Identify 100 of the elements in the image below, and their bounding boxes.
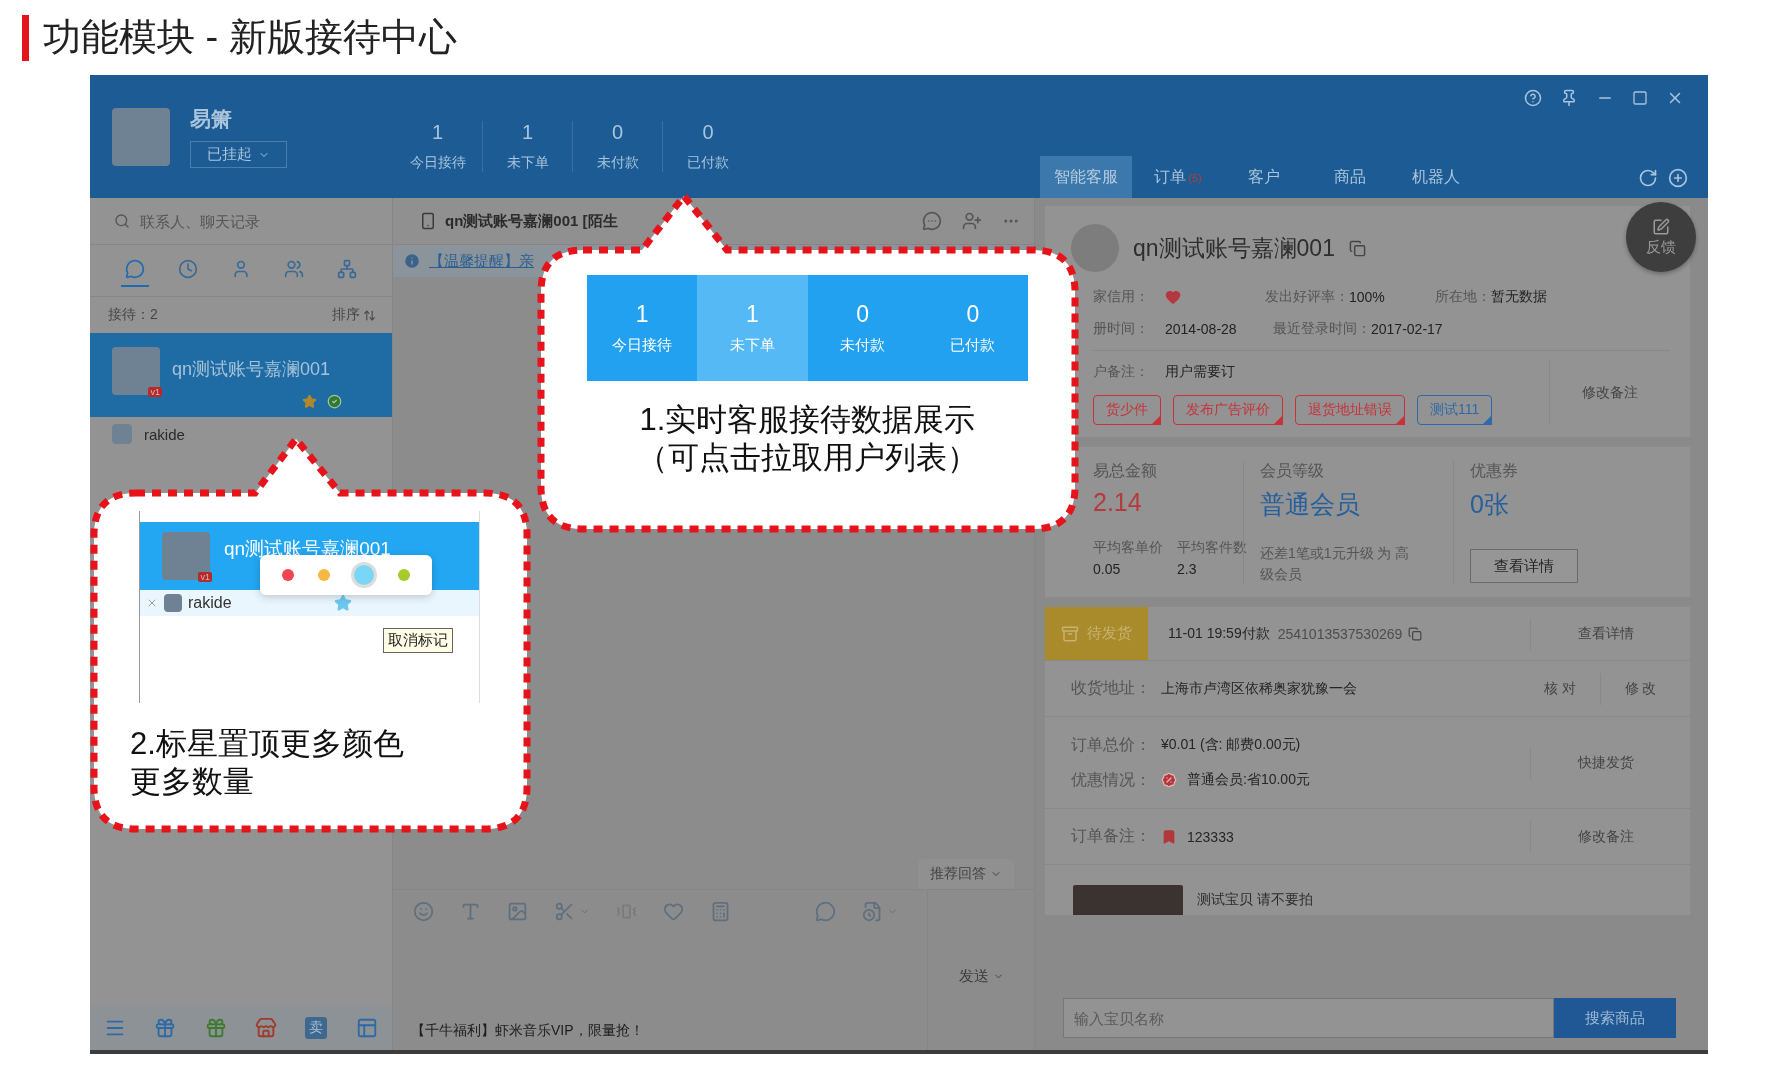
stat-cell[interactable]: 1 今日接待 <box>587 275 698 381</box>
total-amount: 2.14 <box>1093 488 1143 517</box>
order-total: ¥0.01 (含: 邮费0.00元) <box>1161 736 1301 754</box>
field-value: 暂无数据 <box>1491 288 1547 306</box>
field-value: 100% <box>1349 289 1386 305</box>
customer-tag[interactable]: 退货地址错误 <box>1295 395 1405 425</box>
gift-icon[interactable] <box>154 1016 177 1039</box>
status-dropdown[interactable]: 已挂起 <box>190 141 287 168</box>
search-icon <box>114 213 130 229</box>
details-button[interactable]: 查看详情 <box>1530 617 1680 650</box>
gift-icon[interactable] <box>204 1016 227 1039</box>
add-icon[interactable] <box>1668 168 1688 188</box>
order-number: 2541013537530269 <box>1277 625 1403 642</box>
text-icon[interactable] <box>460 901 481 922</box>
copy-icon[interactable] <box>1348 239 1366 257</box>
user-name: 易箫 <box>190 106 233 132</box>
maximize-icon[interactable] <box>1632 90 1648 106</box>
copy-icon[interactable] <box>1408 626 1423 641</box>
search-field[interactable]: 联系人、聊天记录 <box>138 211 358 231</box>
contact-item[interactable]: rakide <box>90 417 392 451</box>
stat-value[interactable]: 1 <box>521 121 534 144</box>
address-text: 上海市卢湾区依稀奥家犹豫一会 <box>1161 679 1357 698</box>
info-icon <box>403 252 421 270</box>
stat-cell[interactable]: 0 未付款 <box>807 275 918 381</box>
color-dot[interactable] <box>318 569 330 581</box>
panel-tab[interactable]: 商品 <box>1310 156 1390 198</box>
search-products-button[interactable]: 搜索商品 <box>1554 998 1676 1038</box>
field-label: 最近登录时间： <box>1273 320 1371 338</box>
customer-tag[interactable]: 测试111 <box>1417 395 1493 425</box>
contact-icon <box>419 212 437 230</box>
pin-icon[interactable] <box>1560 89 1578 107</box>
promo-text: 【千牛福利】虾米音乐VIP，限量抢！ <box>411 1022 644 1040</box>
notice-link[interactable]: 【温馨提醒】亲 <box>429 251 534 271</box>
quick-ship-button[interactable]: 快捷发货 <box>1530 746 1680 779</box>
scissors-icon[interactable] <box>554 901 590 922</box>
panel-tab[interactable]: 客户 <box>1224 156 1304 198</box>
edit-remark-button[interactable]: 修改备注 <box>1530 820 1680 853</box>
title-accent-bar <box>22 14 29 61</box>
bookmark-icon <box>1161 828 1177 845</box>
color-dot[interactable] <box>354 565 374 585</box>
caption-text: 2.标星置顶更多颜色 <box>130 725 404 763</box>
document-clock-icon[interactable] <box>862 901 898 922</box>
contact-item[interactable]: v1 qn测试账号嘉澜001 <box>90 333 392 417</box>
stat-value[interactable]: 1 <box>431 121 444 144</box>
field-label: 订单总价： <box>1071 734 1151 755</box>
help-icon[interactable] <box>1524 89 1542 107</box>
chat-icon[interactable] <box>922 211 942 231</box>
discount-text: 普通会员:省10.00元 <box>1187 771 1310 789</box>
field-label: 订单备注： <box>1071 826 1151 846</box>
reply-icon[interactable] <box>815 901 836 922</box>
customer-tag[interactable]: 货少件 <box>1093 395 1161 425</box>
heart-icon[interactable] <box>663 901 684 922</box>
reception-count: 接待：2 <box>108 306 158 324</box>
stat-label: 易总金额 <box>1093 461 1158 481</box>
product-name: 测试宝贝 请不要拍 <box>1197 891 1313 909</box>
box-icon <box>1061 624 1079 643</box>
image-icon[interactable] <box>507 901 528 922</box>
stat-label: 优惠券 <box>1470 461 1519 481</box>
panel-tab[interactable]: 机器人 <box>1396 156 1476 198</box>
contact-name: rakide <box>188 594 233 612</box>
stat-label[interactable]: 已付款 <box>687 154 729 172</box>
panel-tab[interactable]: 智能客服 <box>1040 156 1132 198</box>
upgrade-hint: 还差1笔或1元升级 为 高级会员 <box>1260 544 1411 584</box>
feedback-button[interactable]: 反馈 <box>1626 202 1696 272</box>
suggest-tab[interactable]: 推荐回答 <box>918 859 1014 889</box>
sort-button[interactable]: 排序 <box>332 306 376 324</box>
member-level: 普通会员 <box>1260 489 1361 520</box>
stat-cell[interactable]: 0 已付款 <box>917 275 1028 381</box>
color-dot[interactable] <box>282 569 294 581</box>
stat-cell[interactable]: 1 未下单 <box>697 275 808 381</box>
stat-label[interactable]: 未付款 <box>596 154 639 172</box>
star-icon[interactable] <box>334 594 352 612</box>
field-label: 收货地址： <box>1071 678 1151 698</box>
field-value: 用户需要订 <box>1165 363 1235 381</box>
field-label: 户备注： <box>1093 363 1150 381</box>
verify-button[interactable]: 核 对 <box>1520 672 1600 705</box>
color-dot[interactable] <box>398 569 410 581</box>
order-status: 待发货 <box>1045 607 1148 660</box>
add-user-icon[interactable] <box>962 211 982 231</box>
details-button[interactable]: 查看详情 <box>1470 549 1578 583</box>
edit-note-button[interactable]: 修改备注 <box>1550 361 1670 425</box>
send-button[interactable]: 发送 <box>952 963 1010 989</box>
customer-tag[interactable]: 发布广告评价 <box>1173 395 1283 425</box>
stat-value[interactable]: 0 <box>702 121 714 144</box>
modify-button[interactable]: 修 改 <box>1600 672 1680 705</box>
stat-label[interactable]: 未下单 <box>506 154 549 172</box>
caption-text: 更多数量 <box>130 763 254 801</box>
refresh-icon[interactable] <box>1638 168 1658 188</box>
calculator-icon[interactable] <box>710 901 731 922</box>
close-icon[interactable] <box>146 597 158 609</box>
slide-title: 功能模块 - 新版接待中心 <box>43 15 457 60</box>
emoji-icon[interactable] <box>413 901 434 922</box>
panel-tab[interactable]: 订单(5) <box>1138 156 1218 198</box>
remark-text: 123333 <box>1187 828 1234 845</box>
stat-label[interactable]: 今日接待 <box>409 154 466 172</box>
field-label: 家信用： <box>1093 288 1150 306</box>
sell-icon[interactable]: 卖 <box>305 1016 328 1039</box>
layout-icon[interactable] <box>355 1016 378 1039</box>
store-icon[interactable] <box>255 1016 278 1039</box>
stat-value[interactable]: 0 <box>611 121 624 144</box>
